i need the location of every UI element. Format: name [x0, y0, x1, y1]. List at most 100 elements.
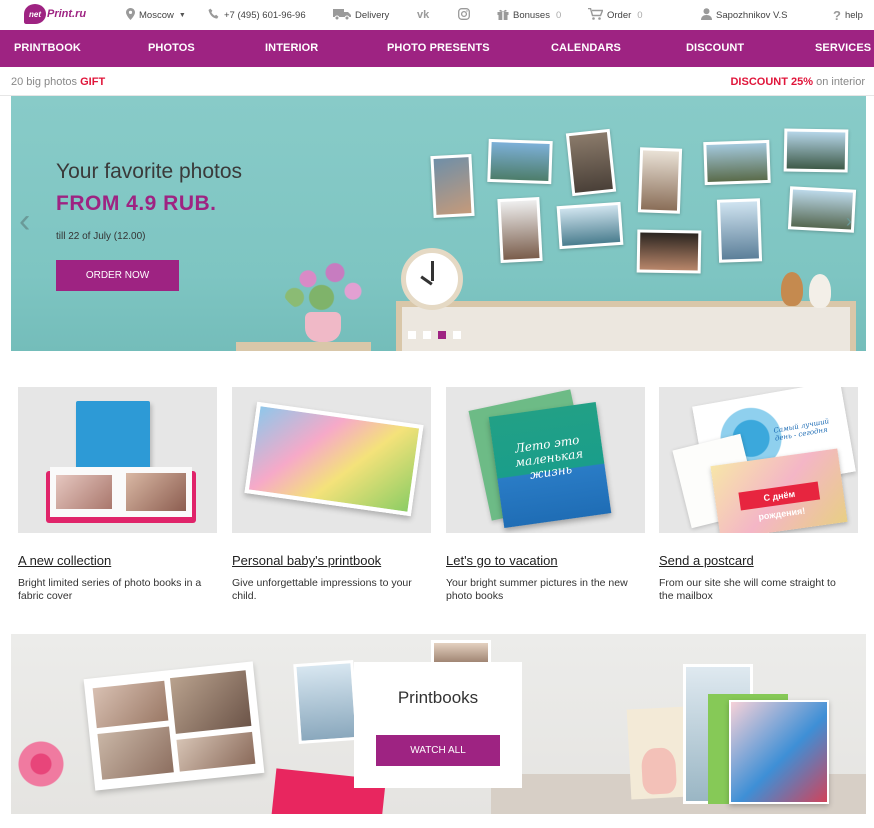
card-title[interactable]: Send a postcard: [659, 553, 754, 568]
help-icon: ?: [833, 7, 841, 23]
open-photobook-image: [83, 661, 265, 791]
help-link[interactable]: ? help: [833, 7, 863, 23]
wall-photo: [497, 196, 543, 264]
promo-gift[interactable]: 20 big photos GIFT: [11, 76, 105, 88]
order-count: 0: [637, 9, 643, 21]
wall-photo: [703, 139, 771, 186]
wall-photo: [716, 198, 763, 263]
card-image[interactable]: [18, 387, 217, 533]
vk-link[interactable]: vk: [417, 7, 429, 23]
card-baby-printbook[interactable]: Personal baby's printbook Give unforgett…: [232, 387, 431, 602]
photo-image: [293, 660, 359, 744]
wall-photo: [636, 229, 702, 274]
card-description: Bright limited series of photo books in …: [18, 577, 202, 602]
hero-price: FROM 4.9 RUB.: [56, 192, 217, 215]
order-label: Order: [607, 9, 632, 21]
phone-number: +7 (495) 601-96-96: [224, 9, 306, 21]
vacation-book-text: Лето это маленькая жизнь: [513, 432, 584, 482]
book-photo: [176, 731, 256, 772]
chevron-down-icon: ▼: [178, 11, 186, 19]
delivery-label: Delivery: [355, 9, 390, 21]
nav-item-services[interactable]: SERVICES: [815, 30, 871, 67]
promo-discount-text: on interior: [816, 76, 865, 88]
slider-dots: [408, 331, 461, 339]
slider-dot[interactable]: [408, 331, 416, 339]
hero-title: Your favorite photos: [56, 160, 243, 183]
card-new-collection[interactable]: A new collection Bright limited series o…: [18, 387, 217, 602]
slider-dot[interactable]: [453, 331, 461, 339]
birthday-text: С днём рождения!: [738, 481, 821, 522]
top-bar: net Print.ru Moscow ▼ +7 (495) 601-96-96…: [0, 0, 874, 30]
nav-item-photo-presents[interactable]: PHOTO PRESENTS: [387, 30, 490, 67]
vacation-book-image: Лето это маленькая жизнь: [488, 402, 612, 528]
nav-item-interior[interactable]: INTERIOR: [265, 30, 318, 67]
watch-all-button[interactable]: WATCH ALL: [376, 735, 500, 766]
shelf: [236, 342, 371, 351]
bonuses-link[interactable]: Bonuses 0: [497, 7, 561, 23]
promo-strip: 20 big photos GIFT DISCOUNT 25% on inter…: [0, 68, 874, 96]
slider-dot[interactable]: [423, 331, 431, 339]
slider-dot[interactable]: [438, 331, 446, 339]
promo-discount-highlight: DISCOUNT 25%: [730, 76, 814, 88]
instagram-link[interactable]: [458, 7, 470, 23]
banner-card: Printbooks WATCH ALL: [354, 662, 522, 788]
location-icon: [126, 8, 135, 22]
promo-gift-text: 20 big photos: [11, 76, 78, 88]
promo-gift-highlight: GIFT: [80, 76, 106, 88]
book-photo: [56, 475, 112, 509]
book-photo: [92, 680, 169, 729]
vk-icon: vk: [417, 8, 430, 21]
phone-link[interactable]: +7 (495) 601-96-96: [208, 7, 306, 23]
user-menu[interactable]: Sapozhnikov V.S: [701, 7, 787, 23]
book-pages: [50, 467, 192, 517]
wooden-bird-image: [781, 272, 803, 306]
vase-image: [305, 312, 341, 342]
promo-discount[interactable]: DISCOUNT 25% on interior: [730, 76, 865, 88]
city-label: Moscow: [139, 9, 174, 21]
nav-item-discount[interactable]: DISCOUNT: [686, 30, 744, 67]
delivery-link[interactable]: Delivery: [333, 7, 389, 23]
card-image[interactable]: [232, 387, 431, 533]
user-icon: [701, 8, 712, 22]
card-description: Give unforgettable impressions to your c…: [232, 577, 412, 602]
card-title[interactable]: Personal baby's printbook: [232, 553, 381, 568]
nav-item-printbook[interactable]: PRINTBOOK: [14, 30, 81, 67]
card-postcard[interactable]: Самый лучший день - сегодня С днём рожде…: [659, 387, 858, 602]
hero-slider: ‹ › Your favorite photos FROM 4.9 RUB. t…: [11, 96, 866, 351]
white-bird-image: [809, 274, 831, 308]
gift-icon: [497, 8, 509, 22]
user-name: Sapozhnikov V.S: [716, 9, 788, 21]
phone-icon: [208, 8, 220, 22]
vase-body: [640, 747, 678, 795]
nav-item-calendars[interactable]: CALENDARS: [551, 30, 621, 67]
cart-icon: [588, 7, 604, 22]
logo[interactable]: net Print.ru: [24, 4, 86, 24]
book-photo: [169, 670, 252, 734]
logo-mark: net: [24, 4, 46, 24]
baby-book-image: [244, 401, 424, 517]
city-selector[interactable]: Moscow ▼: [126, 7, 186, 23]
order-now-button[interactable]: ORDER NOW: [56, 260, 179, 291]
vase-image: [626, 706, 692, 800]
photobook-cover-image: [729, 700, 829, 804]
instagram-icon: [458, 8, 470, 22]
card-title[interactable]: Let's go to vacation: [446, 553, 558, 568]
book-photo: [97, 726, 174, 780]
order-link[interactable]: Order 0: [588, 7, 643, 23]
card-vacation[interactable]: Лето это маленькая жизнь Let's go to vac…: [446, 387, 645, 602]
dresser-image: [396, 301, 856, 351]
dresser-leg: [850, 301, 856, 351]
book-photo: [126, 473, 186, 511]
card-description: From our site she will come straight to …: [659, 577, 836, 602]
card-title[interactable]: A new collection: [18, 553, 111, 568]
card-image[interactable]: Лето это маленькая жизнь: [446, 387, 645, 533]
card-image[interactable]: Самый лучший день - сегодня С днём рожде…: [659, 387, 858, 533]
nav-item-photos[interactable]: PHOTOS: [148, 30, 195, 67]
wall-photo: [783, 128, 849, 173]
main-nav: PRINTBOOK PHOTOS INTERIOR PHOTO PRESENTS…: [0, 30, 874, 67]
hero-date: till 22 of July (12.00): [56, 231, 146, 242]
bonuses-label: Bonuses: [513, 9, 550, 21]
slider-next-arrow[interactable]: ›: [846, 212, 852, 230]
wall-photo: [556, 201, 624, 250]
slider-prev-arrow[interactable]: ‹: [19, 204, 30, 238]
